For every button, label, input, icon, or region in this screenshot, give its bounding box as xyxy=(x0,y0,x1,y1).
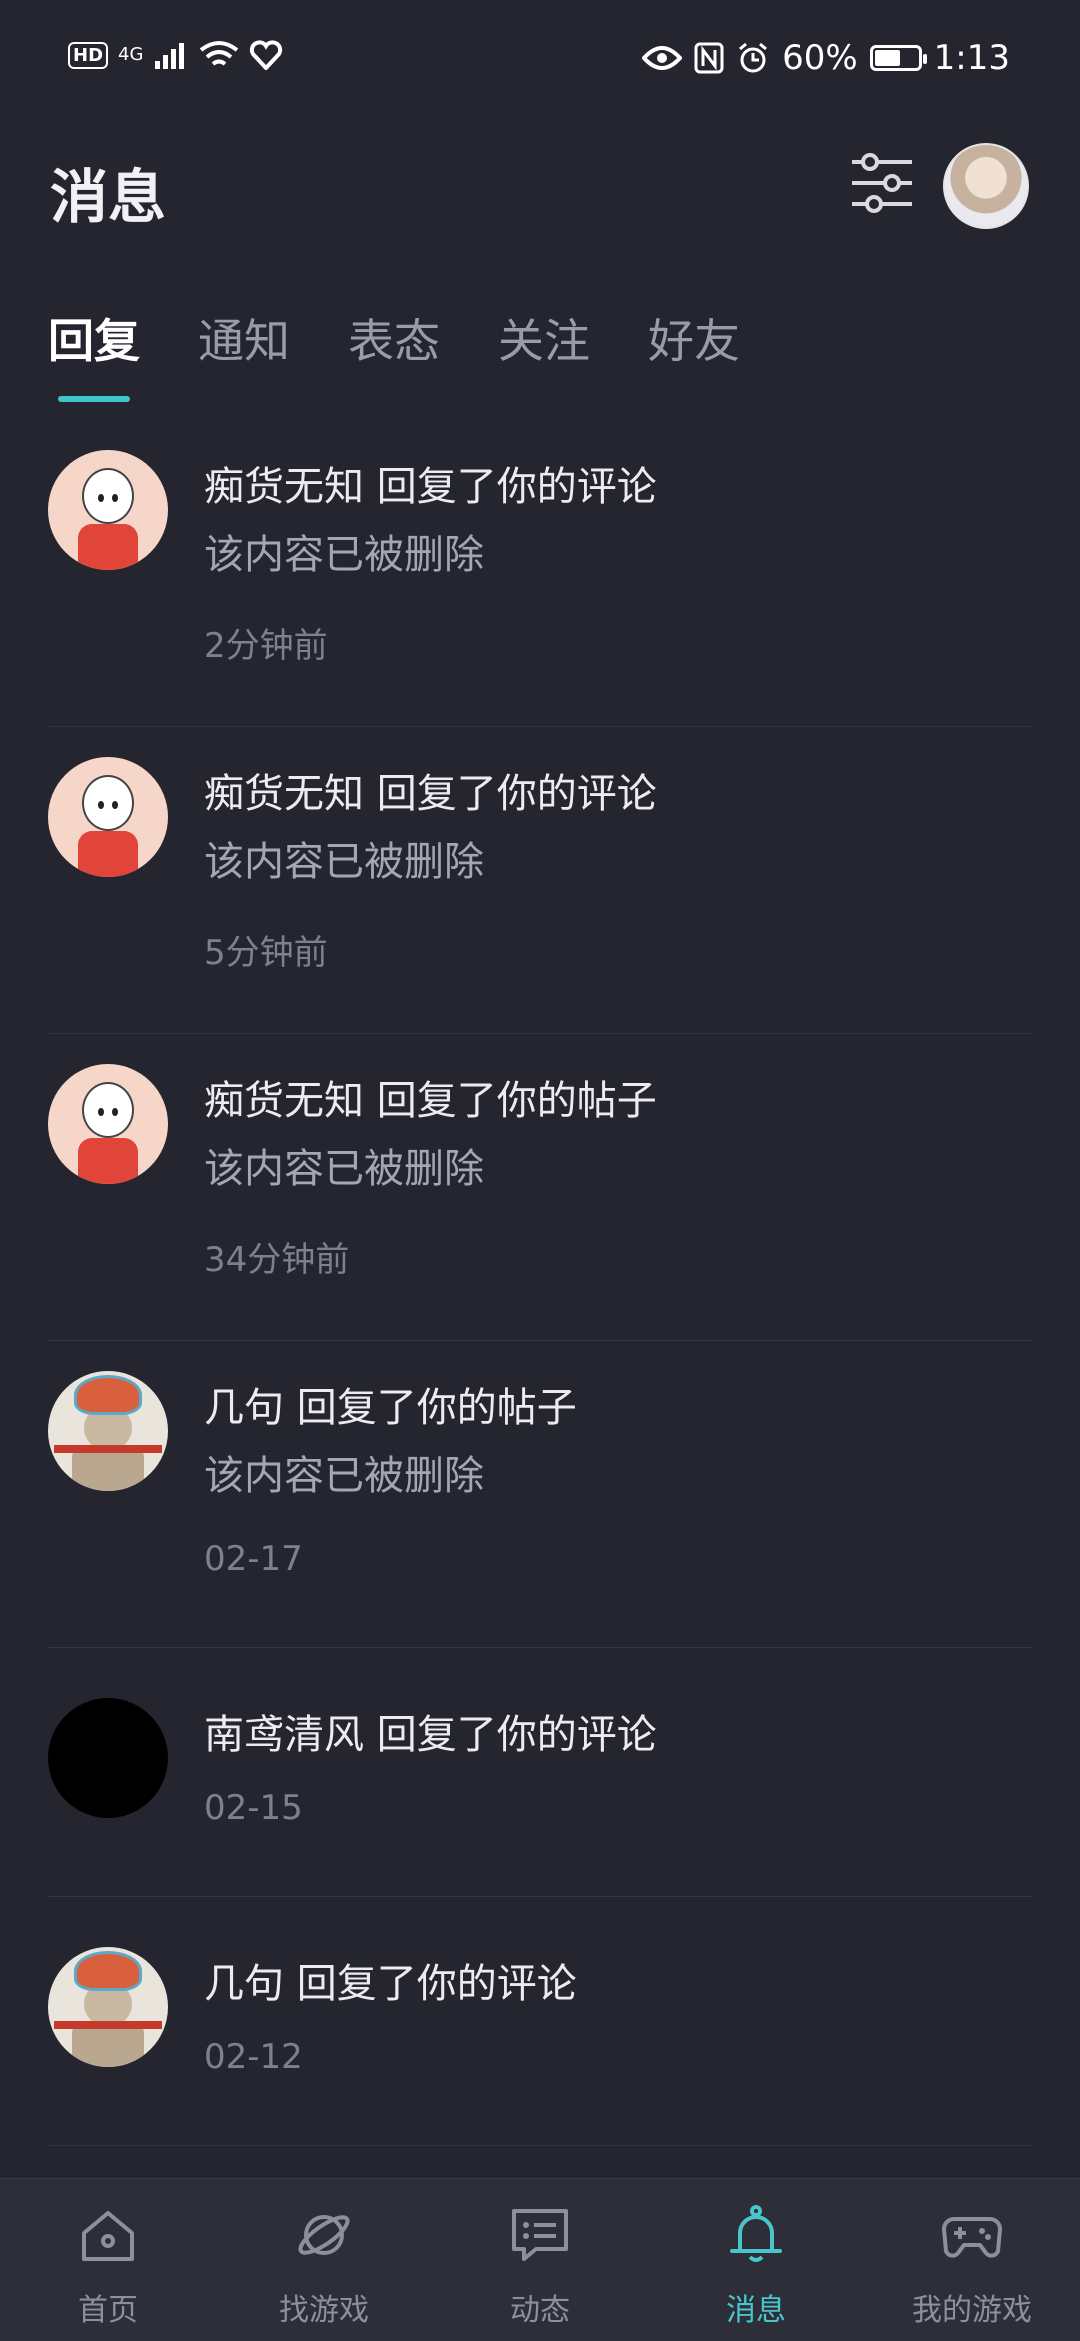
message-content: 该内容已被删除 xyxy=(204,1453,484,1499)
message-title: 痴货无知 回复了你的帖子 xyxy=(204,1078,657,1124)
avatar[interactable] xyxy=(48,1947,168,2067)
gamepad-icon xyxy=(942,2217,1002,2258)
message-content: 该内容已被删除 xyxy=(204,532,484,578)
nav-find-games[interactable]: 找游戏 xyxy=(216,2179,432,2341)
heart-link-icon xyxy=(250,40,283,70)
list-item[interactable]: 痴货无知 回复了你的评论 该内容已被删除 2分钟前 xyxy=(48,420,1032,727)
list-item[interactable]: 几句 回复了你的帖子 该内容已被删除 02-17 xyxy=(48,1341,1032,1648)
nav-label: 找游戏 xyxy=(279,2293,369,2328)
tab-friends[interactable]: 好友 xyxy=(648,305,740,371)
page-title: 消息 xyxy=(50,163,167,231)
wifi-icon xyxy=(200,41,239,66)
nav-label: 动态 xyxy=(510,2293,570,2328)
message-time: 02-17 xyxy=(204,1539,303,1579)
message-time: 02-12 xyxy=(204,2037,303,2077)
nav-label: 首页 xyxy=(78,2293,138,2328)
message-content: 该内容已被删除 xyxy=(204,839,484,885)
eye-icon xyxy=(642,46,683,70)
message-title: 几句 回复了你的评论 xyxy=(204,1961,577,2007)
hd-indicator: HD xyxy=(68,41,109,69)
planet-icon xyxy=(298,2215,350,2255)
avatar[interactable] xyxy=(48,450,168,570)
active-tab-indicator xyxy=(58,396,130,402)
nav-home[interactable]: 首页 xyxy=(0,2179,216,2341)
bottom-navigation: 首页 找游戏 动态 消息 我的游戏 xyxy=(0,2178,1080,2341)
user-avatar[interactable] xyxy=(943,143,1029,229)
bell-icon xyxy=(730,2205,782,2262)
chat-icon xyxy=(512,2209,568,2261)
filter-button[interactable] xyxy=(848,150,916,216)
message-time: 2分钟前 xyxy=(204,626,328,666)
clock: 1:13 xyxy=(933,38,1010,78)
tab-replies[interactable]: 回复 xyxy=(48,305,140,371)
nfc-icon xyxy=(694,42,724,74)
battery-icon xyxy=(869,45,927,71)
avatar[interactable] xyxy=(48,1698,168,1818)
nav-messages[interactable]: 消息 xyxy=(648,2179,864,2341)
list-item[interactable]: 南鸢清风 回复了你的评论 02-15 xyxy=(48,1648,1032,1897)
status-bar: HD 4G 60% 1:13 xyxy=(0,0,1080,120)
avatar[interactable] xyxy=(48,757,168,877)
message-title: 几句 回复了你的帖子 xyxy=(204,1385,577,1431)
message-tabs: 回复 通知 表态 关注 好友 xyxy=(48,305,798,371)
nav-feed[interactable]: 动态 xyxy=(432,2179,648,2341)
battery-percent: 60% xyxy=(782,38,858,78)
message-title: 痴货无知 回复了你的评论 xyxy=(204,464,657,510)
message-content: 该内容已被删除 xyxy=(204,1146,484,1192)
nav-label: 我的游戏 xyxy=(912,2293,1032,2328)
network-type: 4G xyxy=(118,44,144,65)
list-item[interactable]: 痴货无知 回复了你的评论 该内容已被删除 5分钟前 xyxy=(48,727,1032,1034)
list-item[interactable]: 痴货无知 回复了你的帖子 该内容已被删除 34分钟前 xyxy=(48,1034,1032,1341)
message-time: 34分钟前 xyxy=(204,1240,350,1280)
message-list: 痴货无知 回复了你的评论 该内容已被删除 2分钟前 痴货无知 回复了你的评论 该… xyxy=(48,420,1032,2146)
avatar[interactable] xyxy=(48,1371,168,1491)
message-title: 南鸢清风 回复了你的评论 xyxy=(204,1712,657,1758)
message-time: 5分钟前 xyxy=(204,933,328,973)
signal-icon xyxy=(155,43,185,69)
filter-sliders-icon xyxy=(852,153,912,213)
alarm-icon xyxy=(739,42,768,73)
message-title: 痴货无知 回复了你的评论 xyxy=(204,771,657,817)
tab-notifications[interactable]: 通知 xyxy=(198,305,290,371)
tab-follows[interactable]: 关注 xyxy=(498,305,590,371)
list-item[interactable]: 几句 回复了你的评论 02-12 xyxy=(48,1897,1032,2146)
nav-label: 消息 xyxy=(726,2293,786,2328)
avatar[interactable] xyxy=(48,1064,168,1184)
message-time: 02-15 xyxy=(204,1788,303,1828)
nav-my-games[interactable]: 我的游戏 xyxy=(864,2179,1080,2341)
home-icon xyxy=(82,2211,134,2261)
tab-reactions[interactable]: 表态 xyxy=(348,305,440,371)
